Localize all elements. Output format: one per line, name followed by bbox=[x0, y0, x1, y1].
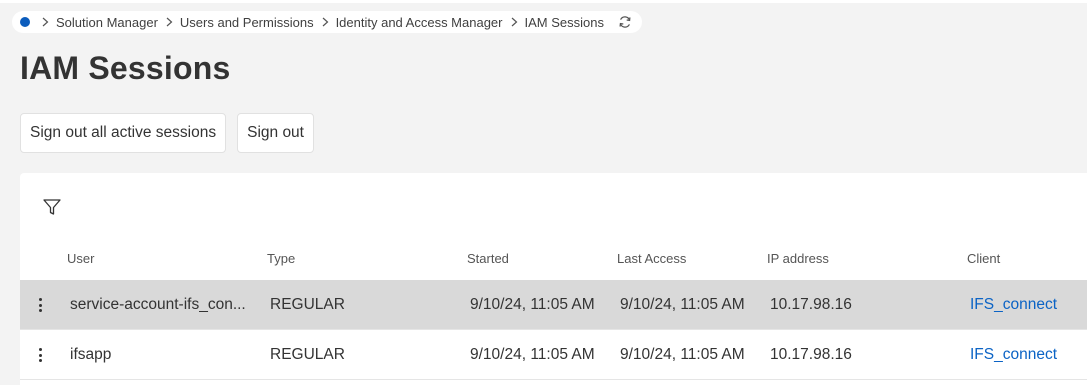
home-dot-icon[interactable] bbox=[20, 17, 30, 27]
chevron-right-icon bbox=[322, 17, 329, 27]
sign-out-button[interactable]: Sign out bbox=[237, 113, 314, 153]
column-header-ip-address[interactable]: IP address bbox=[767, 251, 829, 266]
table-row[interactable]: service-account-ifs_con... REGULAR 9/10/… bbox=[20, 280, 1087, 330]
cell-type: REGULAR bbox=[270, 296, 345, 313]
column-header-started[interactable]: Started bbox=[467, 251, 509, 266]
kebab-menu-icon[interactable] bbox=[36, 346, 44, 364]
column-header-user[interactable]: User bbox=[67, 251, 94, 266]
cell-started: 9/10/24, 11:05 AM bbox=[470, 296, 595, 313]
cell-ip-address: 10.17.98.16 bbox=[770, 296, 852, 313]
breadcrumb-item-identity-and-access-manager[interactable]: Identity and Access Manager bbox=[336, 15, 503, 30]
sessions-table-panel: User Type Started Last Access IP address… bbox=[20, 173, 1087, 385]
cell-user: service-account-ifs_con... bbox=[70, 296, 246, 313]
kebab-menu-icon[interactable] bbox=[36, 296, 44, 314]
column-header-type[interactable]: Type bbox=[267, 251, 295, 266]
cell-ip-address: 10.17.98.16 bbox=[770, 346, 852, 363]
top-edge bbox=[0, 0, 1087, 3]
cell-client-link[interactable]: IFS_connect bbox=[970, 346, 1057, 364]
column-header-client[interactable]: Client bbox=[967, 251, 1000, 266]
action-bar: Sign out all active sessions Sign out bbox=[20, 113, 314, 153]
cell-type: REGULAR bbox=[270, 346, 345, 363]
cell-last-access: 9/10/24, 11:05 AM bbox=[620, 346, 745, 363]
cell-started: 9/10/24, 11:05 AM bbox=[470, 346, 595, 363]
column-header-last-access[interactable]: Last Access bbox=[617, 251, 686, 266]
breadcrumb-item-users-and-permissions[interactable]: Users and Permissions bbox=[180, 15, 314, 30]
chevron-right-icon bbox=[166, 17, 173, 27]
table-row[interactable]: ifsapp REGULAR 9/10/24, 11:05 AM 9/10/24… bbox=[20, 330, 1087, 380]
sign-out-all-sessions-button[interactable]: Sign out all active sessions bbox=[20, 113, 227, 153]
filter-icon[interactable] bbox=[42, 197, 62, 217]
cell-user: ifsapp bbox=[70, 346, 112, 363]
table-header: User Type Started Last Access IP address… bbox=[20, 249, 1087, 279]
cell-last-access: 9/10/24, 11:05 AM bbox=[620, 296, 745, 313]
breadcrumb-item-solution-manager[interactable]: Solution Manager bbox=[56, 15, 158, 30]
cell-client-link[interactable]: IFS_connect bbox=[970, 296, 1057, 314]
breadcrumb-item-iam-sessions: IAM Sessions bbox=[524, 14, 604, 30]
chevron-right-icon bbox=[511, 17, 518, 27]
chevron-right-icon bbox=[42, 17, 49, 27]
breadcrumb: Solution Manager Users and Permissions I… bbox=[12, 11, 642, 33]
refresh-icon[interactable] bbox=[618, 15, 632, 29]
page-title: IAM Sessions bbox=[20, 50, 231, 86]
